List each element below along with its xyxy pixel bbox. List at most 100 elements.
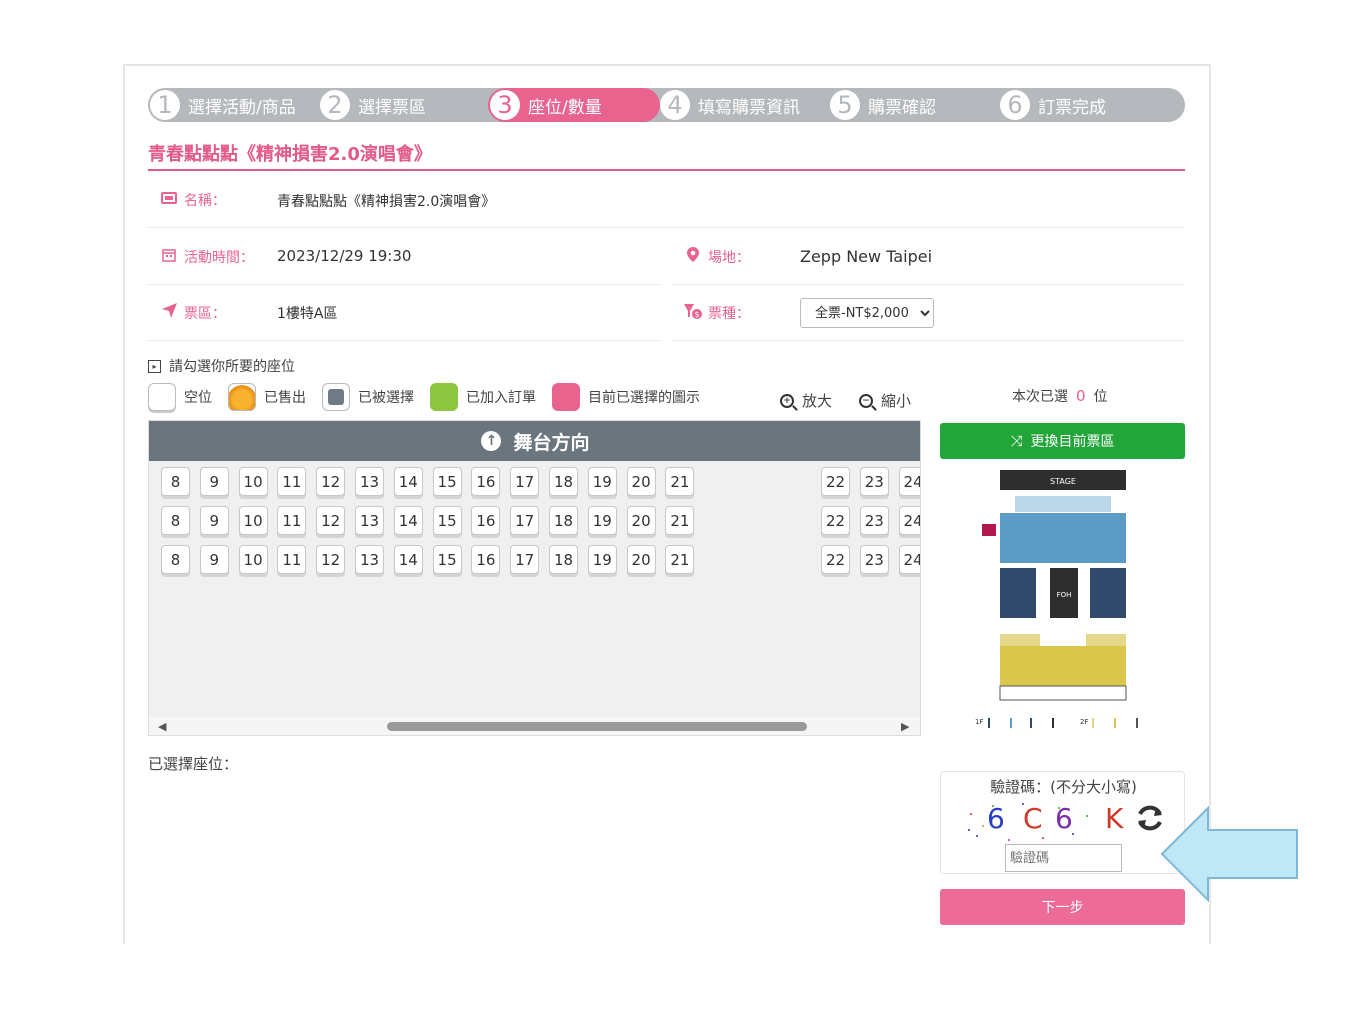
- seat[interactable]: 9: [199, 467, 229, 496]
- seat[interactable]: 14: [393, 467, 423, 496]
- switch-area-button[interactable]: ⤨ 更換目前票區: [940, 423, 1185, 459]
- seat[interactable]: 14: [393, 545, 423, 574]
- event-title: 青春點點點《精神損害2.0演唱會》: [148, 140, 1185, 171]
- next-step-button[interactable]: 下一步: [940, 889, 1185, 925]
- seat[interactable]: 8: [161, 545, 190, 574]
- seat[interactable]: 24: [898, 467, 920, 496]
- seat[interactable]: 16: [471, 506, 501, 535]
- step-5: 5 購票確認: [828, 88, 936, 122]
- seat[interactable]: 12: [316, 506, 346, 535]
- seat[interactable]: 11: [277, 506, 307, 535]
- seat[interactable]: 11: [277, 467, 307, 496]
- seat[interactable]: 15: [432, 545, 462, 574]
- seat[interactable]: 19: [587, 467, 617, 496]
- scrollbar-thumb[interactable]: [387, 722, 807, 731]
- venue-value: Zepp New Taipei: [800, 247, 933, 266]
- seat[interactable]: 9: [199, 545, 229, 574]
- info-row-time: 活動時間： 2023/12/29 19:30: [148, 229, 662, 285]
- seat[interactable]: 18: [549, 467, 578, 496]
- venue-2f-label: 2F: [1080, 718, 1088, 726]
- captcha-char-2: C: [1023, 802, 1043, 835]
- seat[interactable]: 21: [665, 545, 695, 574]
- captcha-label: 驗證碼：(不分大小寫): [990, 778, 1137, 796]
- seat[interactable]: 17: [510, 467, 540, 496]
- step-1-label: 選擇活動/商品: [188, 97, 296, 118]
- taken-seat-icon: [322, 383, 350, 411]
- step-2-label: 選擇票區: [358, 97, 426, 118]
- seat[interactable]: 20: [626, 467, 656, 496]
- time-label-text: 活動時間：: [184, 249, 254, 266]
- zoom-out-button[interactable]: − 縮小: [859, 390, 911, 411]
- area-label: 票區：: [160, 303, 226, 323]
- seat[interactable]: 22: [821, 545, 850, 574]
- seat[interactable]: 11: [277, 545, 307, 574]
- seat[interactable]: 8: [161, 467, 190, 496]
- selected-count: 本次已選 0 位: [1012, 386, 1108, 406]
- info-row-area: 票區： 1樓特A區: [148, 285, 662, 341]
- legend-current: 目前已選擇的圖示: [552, 383, 700, 411]
- captcha-input[interactable]: [1005, 844, 1122, 872]
- selected-count-prefix: 本次已選: [1012, 389, 1068, 405]
- scroll-right-icon[interactable]: ▶: [901, 720, 909, 733]
- legend-taken: 已被選擇: [322, 383, 414, 411]
- seat[interactable]: 13: [355, 467, 384, 496]
- seat[interactable]: 13: [355, 506, 384, 535]
- step-2-number: 2: [320, 90, 350, 120]
- seat[interactable]: 13: [355, 545, 384, 574]
- step-6-label: 訂票完成: [1038, 97, 1106, 118]
- captcha-char-4: K: [1105, 802, 1124, 835]
- seat[interactable]: 22: [821, 506, 850, 535]
- horizontal-scrollbar[interactable]: ◀ ▶: [149, 717, 920, 735]
- ticket-icon: [160, 191, 178, 208]
- seat[interactable]: 8: [161, 506, 190, 535]
- seat[interactable]: 21: [665, 506, 695, 535]
- name-value: 青春點點點《精神損害2.0演唱會》: [277, 194, 496, 210]
- seat[interactable]: 17: [510, 545, 540, 574]
- seat[interactable]: 23: [859, 506, 889, 535]
- in-order-seat-icon: [430, 383, 458, 411]
- seat[interactable]: 15: [432, 506, 462, 535]
- step-2: 2 選擇票區: [318, 88, 426, 122]
- seat[interactable]: 19: [587, 506, 617, 535]
- seat[interactable]: 23: [859, 467, 889, 496]
- seat[interactable]: 24: [898, 506, 920, 535]
- step-5-label: 購票確認: [868, 97, 936, 118]
- seat[interactable]: 18: [549, 506, 578, 535]
- seat[interactable]: 19: [587, 545, 617, 574]
- scroll-left-icon[interactable]: ◀: [158, 720, 166, 733]
- ticket-type-select[interactable]: 全票-NT$2,000: [800, 298, 934, 328]
- seat[interactable]: 20: [626, 545, 656, 574]
- hint-box-icon: ▸: [148, 359, 161, 373]
- seat[interactable]: 17: [510, 506, 540, 535]
- seat[interactable]: 10: [238, 467, 268, 496]
- arrow-up-icon: ↑: [481, 431, 502, 451]
- seat[interactable]: 24: [898, 545, 920, 574]
- seat[interactable]: 9: [199, 506, 229, 535]
- seat[interactable]: 10: [238, 506, 268, 535]
- current-seat-icon: [552, 383, 580, 411]
- zoom-in-label: 放大: [802, 392, 833, 410]
- seat[interactable]: 12: [316, 545, 346, 574]
- seat-legend: 空位 已售出 已被選擇 已加入訂單 目前已選擇的圖示: [148, 382, 716, 412]
- seat[interactable]: 18: [549, 545, 578, 574]
- seat[interactable]: 14: [393, 506, 423, 535]
- seat[interactable]: 16: [471, 545, 501, 574]
- seat[interactable]: 21: [665, 467, 695, 496]
- step-3-label: 座位/數量: [528, 97, 602, 118]
- seat[interactable]: 12: [316, 467, 346, 496]
- step-5-number: 5: [830, 90, 860, 120]
- seat[interactable]: 16: [471, 467, 501, 496]
- zoom-in-button[interactable]: + 放大: [780, 390, 832, 411]
- venue-map: STAGE FOH 1F 2F: [975, 470, 1138, 728]
- seat[interactable]: 15: [432, 467, 462, 496]
- location-arrow-icon: [160, 303, 178, 322]
- info-row-name: 名稱： 青春點點點《精神損害2.0演唱會》: [148, 172, 1185, 228]
- seat[interactable]: 22: [821, 467, 850, 496]
- seat[interactable]: 23: [859, 545, 889, 574]
- legend-in-order-label: 已加入訂單: [466, 390, 536, 406]
- step-3-active: 3 座位/數量: [488, 88, 660, 122]
- seat[interactable]: 10: [238, 545, 268, 574]
- shuffle-icon: ⤨: [1010, 432, 1023, 450]
- captcha-box: 驗證碼：(不分大小寫) 6 C 6 K: [940, 771, 1185, 874]
- seat[interactable]: 20: [626, 506, 656, 535]
